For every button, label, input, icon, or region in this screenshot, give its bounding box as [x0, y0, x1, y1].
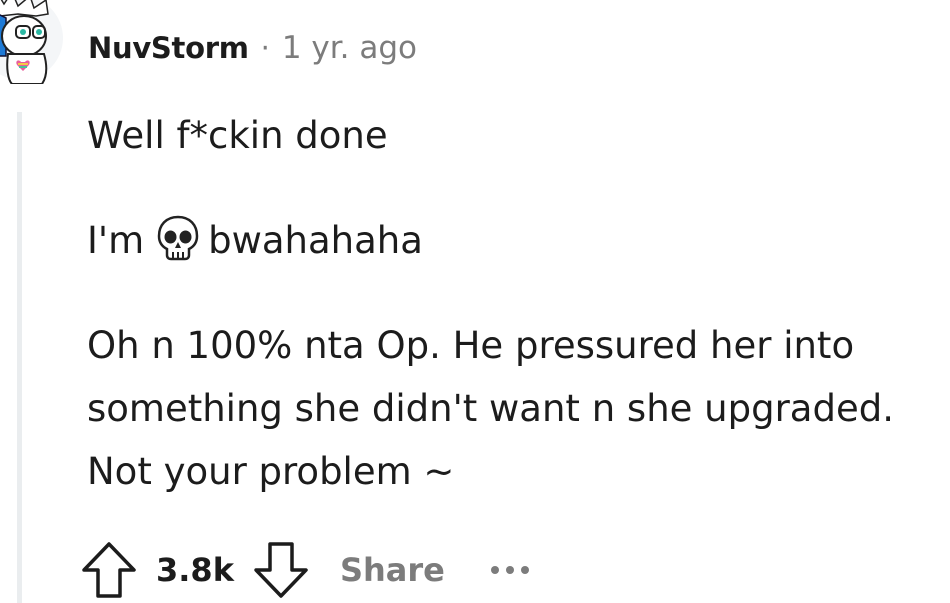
more-options-icon	[520, 566, 529, 574]
more-options-icon	[490, 566, 499, 574]
more-options-button[interactable]	[490, 566, 529, 574]
upvote-button[interactable]	[80, 539, 138, 601]
comment-paragraph: something she didn't want n she upgraded…	[87, 387, 894, 430]
downvote-button[interactable]	[252, 539, 310, 601]
thread-collapse-line[interactable]	[17, 112, 22, 603]
share-button[interactable]: Share	[340, 551, 445, 589]
author-name[interactable]: NuvStorm	[88, 31, 249, 65]
snoo-avatar-icon	[0, 0, 63, 85]
comment-paragraph: I'm bwahahaha	[87, 209, 947, 272]
comment-actions: 3.8k Share	[80, 536, 529, 603]
meta-separator: ·	[260, 31, 270, 65]
comment-text: bwahahaha	[208, 219, 423, 262]
comment-paragraph: Well f*ckin done	[87, 114, 388, 157]
timestamp[interactable]: 1 yr. ago	[282, 30, 417, 66]
more-options-icon	[505, 566, 514, 574]
comment-body: Well f*ckin done I'm bwahahaha Oh n 100%…	[87, 104, 947, 503]
comment-text: I'm	[87, 219, 145, 262]
comment-paragraph: Oh n 100% nta Op. He pressured her into	[87, 324, 855, 367]
downvote-arrow-icon	[254, 542, 308, 598]
skull-emoji-icon	[156, 215, 200, 261]
comment-paragraph: Not your problem ~	[87, 450, 455, 493]
comment-header: NuvStorm · 1 yr. ago	[88, 28, 417, 68]
upvote-arrow-icon	[82, 542, 136, 598]
vote-score: 3.8k	[156, 551, 234, 589]
avatar[interactable]	[0, 0, 64, 85]
